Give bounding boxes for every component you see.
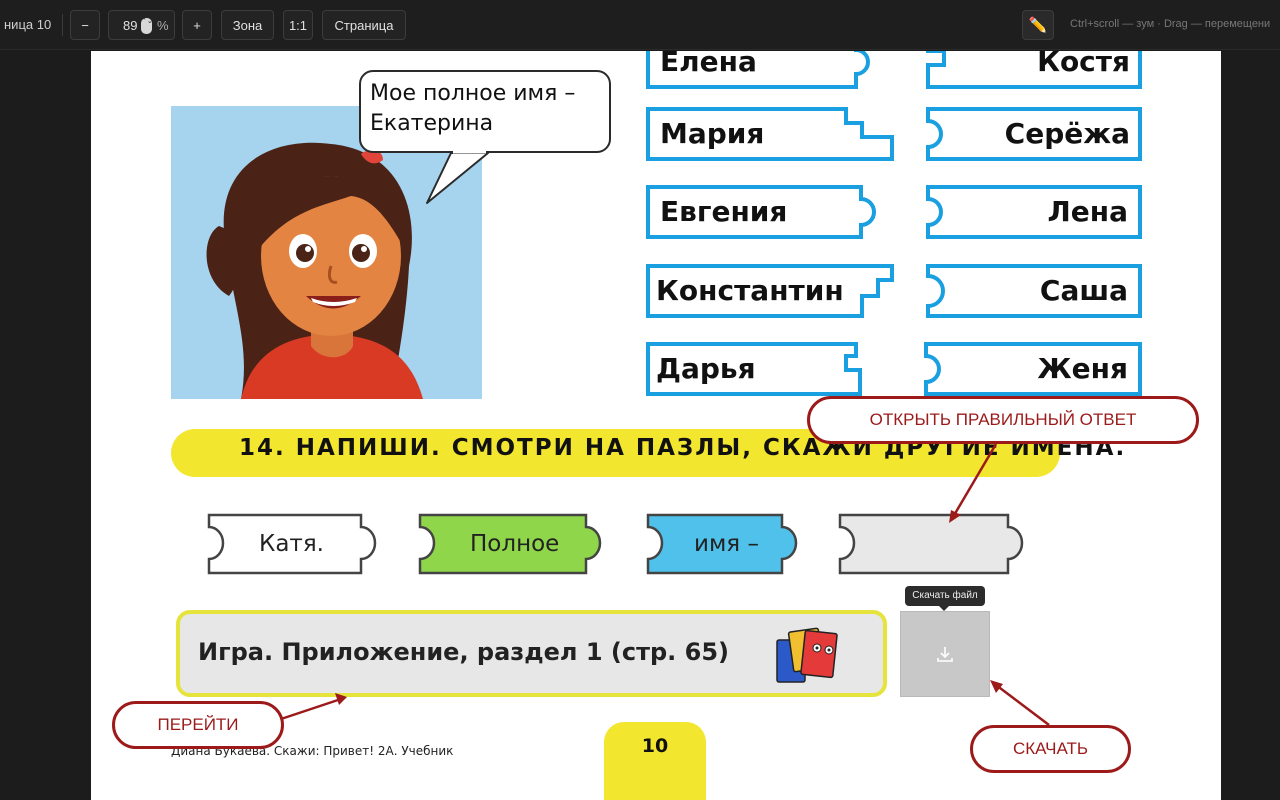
pencil-icon[interactable]: ✏️: [1022, 10, 1054, 40]
page-number: 10: [604, 722, 706, 800]
cards-icon: [776, 627, 838, 683]
game-link-label: Игра. Приложение, раздел 1 (стр. 65): [198, 638, 730, 666]
answer-piece-katya: Катя.: [203, 509, 393, 579]
download-icon: [937, 647, 953, 662]
puzzle-label: Саша: [1039, 274, 1128, 307]
zoom-spinner[interactable]: ⌃⌄: [141, 18, 153, 34]
open-answer-callout: ОТКРЫТЬ ПРАВИЛЬНЫЙ ОТВЕТ: [807, 396, 1199, 444]
download-button[interactable]: [900, 611, 990, 697]
toolbar-hint: Ctrl+scroll — зум · Drag — перемещени: [1070, 18, 1271, 30]
puzzle-label: Елена: [660, 51, 757, 78]
puzzle-label: Серёжа: [1004, 117, 1130, 150]
puzzle-label: Лена: [1047, 195, 1129, 228]
zoom-value: 89: [123, 18, 138, 33]
zoom-out-button[interactable]: −: [70, 10, 100, 40]
toolbar-divider: [62, 14, 63, 36]
zone-button[interactable]: Зона: [221, 10, 274, 40]
puzzle-name-elena: Елена: [646, 51, 876, 89]
puzzle-label: Женя: [1037, 352, 1128, 385]
puzzle-name-serezha: Серёжа: [926, 107, 1144, 161]
download-tooltip: Скачать файл: [905, 586, 985, 611]
viewer-toolbar: ница 10 − 89 ⌃⌄ % + Зона 1:1 Страница ✏️…: [0, 0, 1280, 50]
piece-label: Катя.: [259, 531, 324, 557]
answer-piece-imya: имя –: [644, 509, 814, 579]
puzzle-name-darya: Дарья: [646, 342, 866, 396]
fit-page-button[interactable]: Страница: [322, 10, 406, 40]
go-callout: ПЕРЕЙТИ: [112, 701, 284, 749]
puzzle-name-evgeniya: Евгения: [646, 185, 886, 239]
puzzle-name-sasha: Саша: [926, 264, 1144, 318]
puzzle-name-konstantin: Константин: [646, 264, 896, 318]
puzzle-label: Костя: [1037, 51, 1130, 78]
answer-piece-hidden[interactable]: [836, 509, 1041, 579]
textbook-page: Мое полное имя – Екатерина Елена Мария Е…: [91, 51, 1221, 800]
puzzle-label: Дарья: [656, 352, 756, 385]
puzzle-name-zhenya: Женя: [924, 342, 1144, 396]
page-indicator: ница 10: [4, 17, 52, 32]
actual-size-button[interactable]: 1:1: [283, 10, 313, 40]
answer-piece-polnoe: Полное: [416, 509, 621, 579]
zoom-unit: %: [157, 18, 169, 33]
puzzle-name-kostya: Костя: [926, 51, 1144, 89]
zoom-in-button[interactable]: +: [182, 10, 212, 40]
zoom-input[interactable]: 89 ⌃⌄ %: [108, 10, 175, 40]
speech-bubble: Мое полное имя – Екатерина: [359, 70, 611, 153]
download-callout: СКАЧАТЬ: [970, 725, 1131, 773]
puzzle-label: Мария: [660, 117, 765, 150]
puzzle-name-maria: Мария: [646, 107, 896, 161]
puzzle-label: Константин: [656, 274, 844, 307]
puzzle-label: Евгения: [660, 195, 788, 228]
piece-label: Полное: [470, 531, 560, 557]
game-link-button[interactable]: Игра. Приложение, раздел 1 (стр. 65): [176, 610, 887, 697]
puzzle-name-lena: Лена: [926, 185, 1144, 239]
piece-label: имя –: [694, 531, 759, 557]
